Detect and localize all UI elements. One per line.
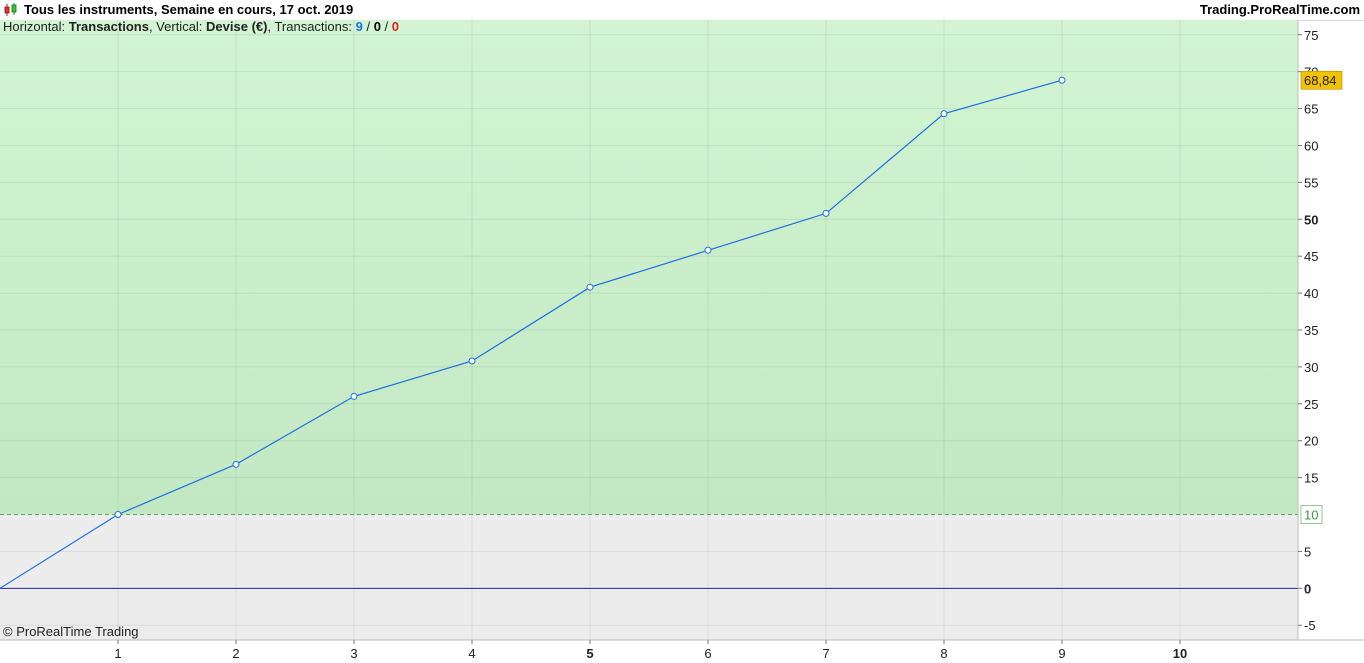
copyright-label: © ProRealTime Trading xyxy=(3,624,139,639)
y-tick-label: 25 xyxy=(1304,397,1318,412)
transactions-label: , Transactions: xyxy=(267,19,356,34)
x-tick-label: 8 xyxy=(940,646,947,661)
y-tick-label: 45 xyxy=(1304,249,1318,264)
y-tick-label: -5 xyxy=(1304,618,1316,633)
threshold-label: 10 xyxy=(1304,508,1318,523)
y-tick-label: 35 xyxy=(1304,323,1318,338)
last-value-label: 68,84 xyxy=(1304,73,1337,88)
data-point xyxy=(350,392,358,400)
x-tick-label: 3 xyxy=(350,646,357,661)
title-bar: Tous les instruments, Semaine en cours, … xyxy=(0,0,1364,21)
vertical-value: Devise (€) xyxy=(206,19,268,34)
transactions-neutral: 0 xyxy=(373,19,381,34)
horizontal-value: Transactions xyxy=(68,19,149,34)
data-point xyxy=(586,283,594,291)
x-tick-label: 1 xyxy=(114,646,121,661)
y-tick-label: 50 xyxy=(1304,212,1318,227)
data-point xyxy=(114,511,122,519)
y-tick-label: 65 xyxy=(1304,102,1318,117)
y-tick-label: 15 xyxy=(1304,471,1318,486)
legend-line: Horizontal: Transactions, Vertical: Devi… xyxy=(3,19,399,34)
data-point xyxy=(468,357,476,365)
y-tick-label: 55 xyxy=(1304,175,1318,190)
y-tick-label: 20 xyxy=(1304,434,1318,449)
x-tick-label: 9 xyxy=(1058,646,1065,661)
data-point xyxy=(704,246,712,254)
vertical-label: , Vertical: xyxy=(148,19,207,34)
transactions-losing: 0 xyxy=(391,19,399,34)
x-tick-label: 7 xyxy=(822,646,829,661)
y-tick-label: 75 xyxy=(1304,28,1318,43)
x-tick-label: 10 xyxy=(1173,646,1187,661)
x-tick-label: 4 xyxy=(468,646,475,661)
data-point xyxy=(1058,76,1066,84)
separator: / xyxy=(362,19,374,34)
equity-curve-chart: -50515202530354045505560657075 123456789… xyxy=(0,20,1364,661)
y-tick-label: 0 xyxy=(1304,581,1311,596)
loss-zone xyxy=(0,514,1298,640)
data-point xyxy=(940,110,948,118)
chart-title: Tous les instruments, Semaine en cours, … xyxy=(24,2,354,17)
x-axis-ticks: 1 2 3 4 5 6 7 8 9 10 xyxy=(114,640,1187,661)
y-tick-label: 40 xyxy=(1304,286,1318,301)
y-tick-label: 5 xyxy=(1304,544,1311,559)
y-tick-label: 30 xyxy=(1304,360,1318,375)
separator: / xyxy=(380,19,392,34)
horizontal-label: Horizontal: xyxy=(3,19,69,34)
transactions-total: 9 xyxy=(355,19,363,34)
candlestick-icon xyxy=(4,3,17,16)
x-tick-label: 5 xyxy=(586,646,593,661)
data-point xyxy=(822,209,830,217)
y-axis-ticks: -50515202530354045505560657075 xyxy=(1298,28,1318,633)
y-tick-label: 60 xyxy=(1304,138,1318,153)
x-tick-label: 2 xyxy=(232,646,239,661)
data-point xyxy=(232,460,240,468)
brand-label: Trading.ProRealTime.com xyxy=(1199,2,1360,17)
x-tick-label: 6 xyxy=(704,646,711,661)
